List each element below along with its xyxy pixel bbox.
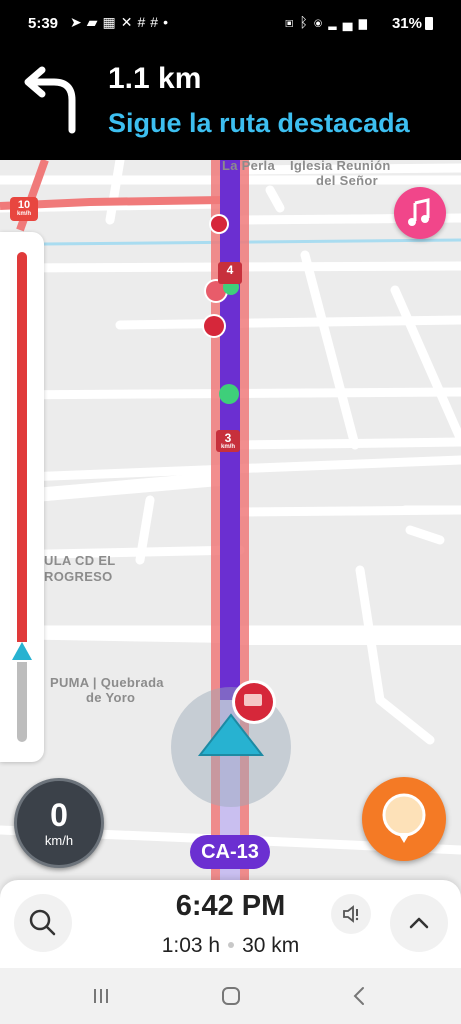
- progress-traffic-segment: [17, 252, 27, 642]
- trip-distance: 30 km: [242, 934, 300, 957]
- dot-icon: •: [163, 14, 173, 30]
- system-icons: ▣ᛒ⦿▂▄▆: [285, 14, 373, 30]
- road-name-tag: CA-13: [190, 835, 270, 869]
- current-speed: 0: [50, 797, 68, 833]
- route-speed-sign: 4: [218, 262, 242, 284]
- separator-dot: [228, 942, 235, 948]
- status-bar: 5:39 ➤▰▦✕##• ▣ᛒ⦿▂▄▆ 31%: [0, 0, 461, 46]
- back-icon[interactable]: [347, 984, 373, 1008]
- chat-icon: ▰: [86, 14, 103, 30]
- status-time: 5:39: [28, 15, 59, 32]
- grid-icon: #: [137, 14, 151, 30]
- report-button[interactable]: [362, 777, 446, 861]
- sound-button[interactable]: [331, 894, 371, 934]
- speed-unit: km/h: [44, 833, 74, 848]
- route-progress-bar[interactable]: [0, 232, 44, 762]
- telegram-icon: ➤: [70, 14, 87, 30]
- route-speed-sign: 3 km/h: [216, 430, 240, 452]
- battery-status: 31%: [392, 15, 433, 32]
- speaker-alert-icon: [343, 905, 359, 923]
- trip-summary-panel[interactable]: 6:42 PM 1:03 h 30 km: [0, 880, 461, 968]
- x-icon: ✕: [120, 14, 138, 30]
- speed-limit-value: 10: [17, 199, 31, 211]
- traffic-jam-icon[interactable]: [232, 680, 276, 724]
- map-view[interactable]: La Perla Iglesia Reunión del Señor ULA C…: [0, 160, 461, 880]
- map-label-cd-line1: ULA CD EL: [44, 553, 116, 568]
- map-label-iglesia-line2: del Señor: [316, 173, 378, 188]
- music-button[interactable]: [394, 187, 446, 239]
- chevron-up-icon: [409, 917, 429, 929]
- turn-instruction: Sigue la ruta destacada: [108, 108, 410, 138]
- location-icon: ⦿: [313, 14, 329, 30]
- turn-left-arrow-icon: [24, 66, 76, 134]
- expand-button[interactable]: [390, 894, 448, 952]
- notification-icons: ➤▰▦✕##•: [70, 14, 173, 31]
- battery-percent: 31%: [391, 15, 422, 32]
- progress-remaining-segment: [17, 662, 27, 742]
- navigation-banner[interactable]: 1.1 km Sigue la ruta destacada: [0, 46, 461, 160]
- report-pin-icon: [382, 793, 426, 843]
- grid-icon: #: [150, 14, 164, 30]
- speed-limit-sign: 10 km/h: [10, 197, 38, 221]
- current-position-icon: [12, 642, 32, 660]
- turn-distance: 1.1 km: [108, 62, 202, 95]
- route-speed-value: 3: [224, 431, 232, 445]
- traffic-jam-icon[interactable]: [202, 314, 226, 338]
- nfc-icon: ▣: [285, 14, 300, 30]
- map-label-puma-line1: PUMA | Quebrada: [50, 675, 164, 690]
- home-icon[interactable]: [218, 984, 244, 1008]
- speedometer[interactable]: 0 km/h: [14, 778, 104, 868]
- speed-limit-unit: km/h: [16, 211, 31, 217]
- trip-duration: 1:03 h: [161, 934, 221, 957]
- recents-icon[interactable]: [88, 984, 114, 1008]
- battery-icon: [425, 17, 433, 30]
- signal-icon: ▂▄▆: [328, 14, 373, 30]
- map-label-cd-line2: ROGRESO: [44, 569, 113, 584]
- map-label-la-perla: La Perla: [222, 160, 275, 173]
- android-navigation-bar: [0, 968, 461, 1024]
- map-label-iglesia-line1: Iglesia Reunión: [290, 160, 391, 173]
- bluetooth-icon: ᛒ: [299, 14, 314, 30]
- chat-bubble-icon[interactable]: [219, 384, 239, 404]
- route-speed-unit: km/h: [220, 444, 235, 450]
- music-note-icon: [408, 198, 430, 226]
- calendar-icon: ▦: [102, 14, 121, 30]
- route-speed-value: 4: [226, 263, 234, 277]
- map-label-puma-line2: de Yoro: [86, 690, 136, 705]
- traffic-jam-icon[interactable]: [209, 214, 229, 234]
